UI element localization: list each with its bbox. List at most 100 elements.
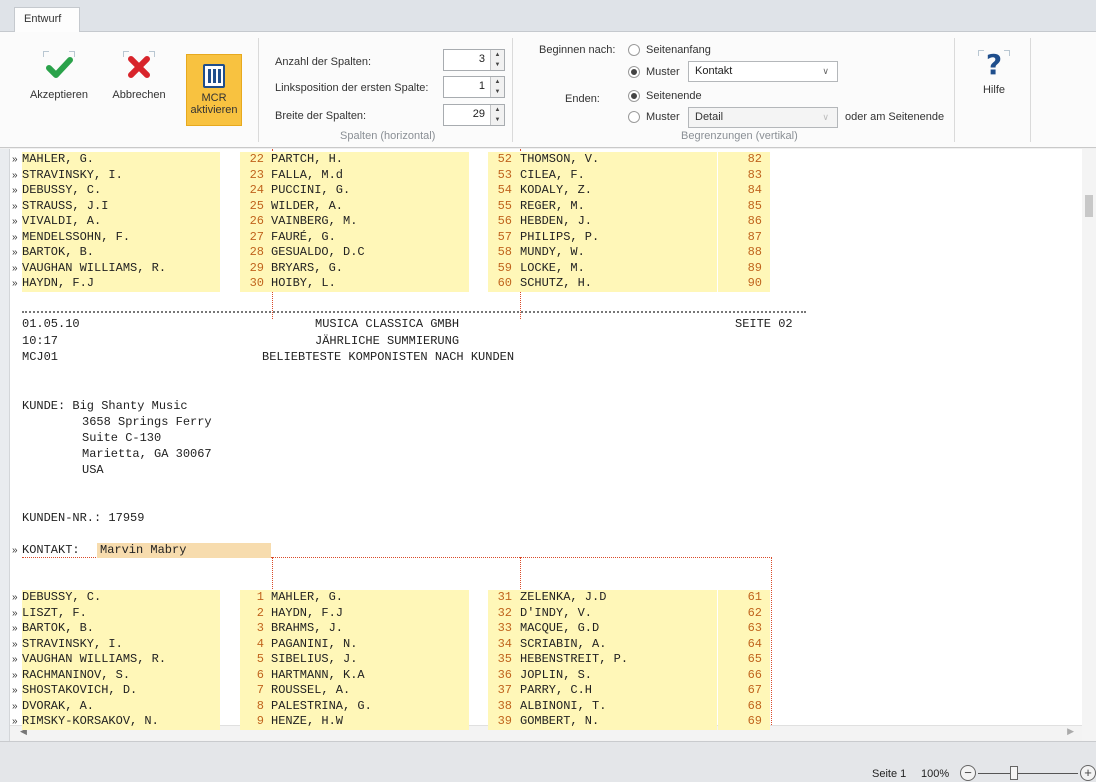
chevron-up-icon[interactable]: ▲ [491,77,504,87]
help-label: Hilfe [982,84,1005,96]
row-marker: » [12,247,18,258]
composer-name: HOIBY, L. [271,276,336,290]
begin-pattern-value: Kontakt [695,65,733,77]
composer-name: MACQUE, G.D [520,621,600,635]
composer-name: MUNDY, W. [520,245,585,259]
limits-group-label: Begrenzungen (vertikal) [681,130,798,142]
stepper-arrows[interactable]: ▲ ▼ [490,105,504,125]
chevron-down-icon[interactable]: ▼ [491,60,504,70]
tab-entwurf[interactable]: Entwurf [14,7,80,33]
document-viewer[interactable]: 01.05.10 MUSICA CLASSICA GMBH SEITE 02 1… [0,149,1096,741]
contact-name: Marvin Mabry [100,543,187,557]
rank-number: 28 [249,245,264,259]
composer-name: VIVALDI, A. [22,214,102,228]
report-page: SEITE 02 [735,317,793,331]
report-code: MCJ01 [22,350,59,364]
rank-number: 32 [497,605,512,620]
rank-number: 67 [747,683,762,697]
rank-number: 58 [497,245,512,259]
rank-number: 34 [497,636,512,651]
rank-number: 26 [249,214,264,228]
rank-number: 83 [747,167,762,182]
composer-name: SCHUTZ, H. [520,276,593,290]
row-marker: » [12,592,18,603]
rank-number: 53 [497,167,512,182]
rank-number: 60 [497,276,512,290]
column-count-stepper[interactable]: 3 ▲ ▼ [443,49,505,71]
chevron-up-icon[interactable]: ▲ [491,50,504,60]
end-pattern-select[interactable]: Detail ∨ [688,107,838,128]
rank-number: 87 [747,229,762,244]
rank-number: 5 [256,652,264,666]
report-date: 01.05.10 [22,317,80,331]
accept-label: Akzeptieren [29,89,89,101]
scroll-thumb[interactable] [1085,195,1093,217]
first-column-left-stepper[interactable]: 1 ▲ ▼ [443,76,505,98]
begin-pattern-radio[interactable] [628,66,640,78]
begin-page-start-radio[interactable] [628,44,640,56]
row-marker: » [12,216,18,227]
zoom-slider-thumb[interactable] [1010,766,1018,780]
end-pattern-radio[interactable] [628,111,640,123]
end-pattern-label: Muster [646,111,680,123]
report-title: BELIEBTESTE KOMPONISTEN NACH KUNDEN [262,350,515,364]
rank-number: 64 [747,636,762,651]
chevron-up-icon[interactable]: ▲ [491,105,504,115]
row-marker: » [12,716,18,727]
zoom-out-icon[interactable]: − [960,765,976,781]
rank-number: 86 [747,214,762,228]
accept-button[interactable]: Akzeptieren [24,36,94,101]
vertical-scrollbar[interactable] [1082,149,1096,741]
composer-name: DEBUSSY, C. [22,590,102,604]
composer-name: VAUGHAN WILLIAMS, R. [22,652,167,666]
stepper-arrows[interactable]: ▲ ▼ [490,50,504,70]
customer-number: KUNDEN-NR.: 17959 [22,511,145,525]
chevron-down-icon[interactable]: ▼ [491,115,504,125]
stepper-arrows[interactable]: ▲ ▼ [490,77,504,97]
column-width-stepper[interactable]: 29 ▲ ▼ [443,104,505,126]
column-width-label: Breite der Spalten: [275,110,367,122]
chevron-right-icon[interactable]: ▶ [1067,727,1074,737]
composer-name: BARTOK, B. [22,621,95,635]
cancel-button[interactable]: Abbrechen [104,36,174,101]
zoom-in-icon[interactable]: + [1080,765,1096,781]
rank-number: 6 [256,667,264,682]
composer-name: HAYDN, F.J [22,276,95,290]
ribbon-tabbar: Entwurf [0,0,1096,33]
rank-number: 63 [747,621,762,635]
composer-name: PAGANINI, N. [271,636,358,651]
row-marker: » [12,278,18,289]
contact-label: KONTAKT: [22,543,80,557]
composer-name: GOMBERT, N. [520,714,600,728]
rank-number: 52 [497,152,512,166]
begin-pattern-select[interactable]: Kontakt ∨ [688,61,838,82]
composer-name: HARTMANN, K.A [271,667,365,682]
chevron-down-icon[interactable]: ▼ [491,87,504,97]
cancel-label: Abbrechen [112,89,166,101]
composer-name: BRAHMS, J. [271,621,344,635]
composer-name: PUCCINI, G. [271,183,351,197]
composer-name: MENDELSSOHN, F. [22,229,131,244]
rank-number: 1 [256,590,264,604]
help-button[interactable]: ? Hilfe [972,36,1016,96]
mcr-activate-button[interactable]: MCR aktivieren [186,54,242,126]
composer-name: CILEA, F. [520,167,585,182]
left-gutter [0,149,10,741]
row-marker: » [12,185,18,196]
composer-name: BRYARS, G. [271,260,344,275]
end-page-end-label: Seitenende [646,90,702,102]
composer-name: KODALY, Z. [520,183,593,197]
rank-number: 61 [747,590,762,604]
rank-number: 90 [747,276,762,290]
rank-number: 24 [249,183,264,197]
rank-number: 7 [256,683,264,697]
composer-name: PARTCH, H. [271,152,344,166]
zoom-slider-track[interactable] [978,773,1078,774]
rank-number: 9 [256,714,264,728]
report-company: MUSICA CLASSICA GMBH [315,317,460,331]
end-page-end-radio[interactable] [628,90,640,102]
row-marker: » [12,262,18,274]
row-marker: » [12,654,18,665]
composer-name: PALESTRINA, G. [271,698,372,713]
composer-name: SHOSTAKOVICH, D. [22,683,138,697]
